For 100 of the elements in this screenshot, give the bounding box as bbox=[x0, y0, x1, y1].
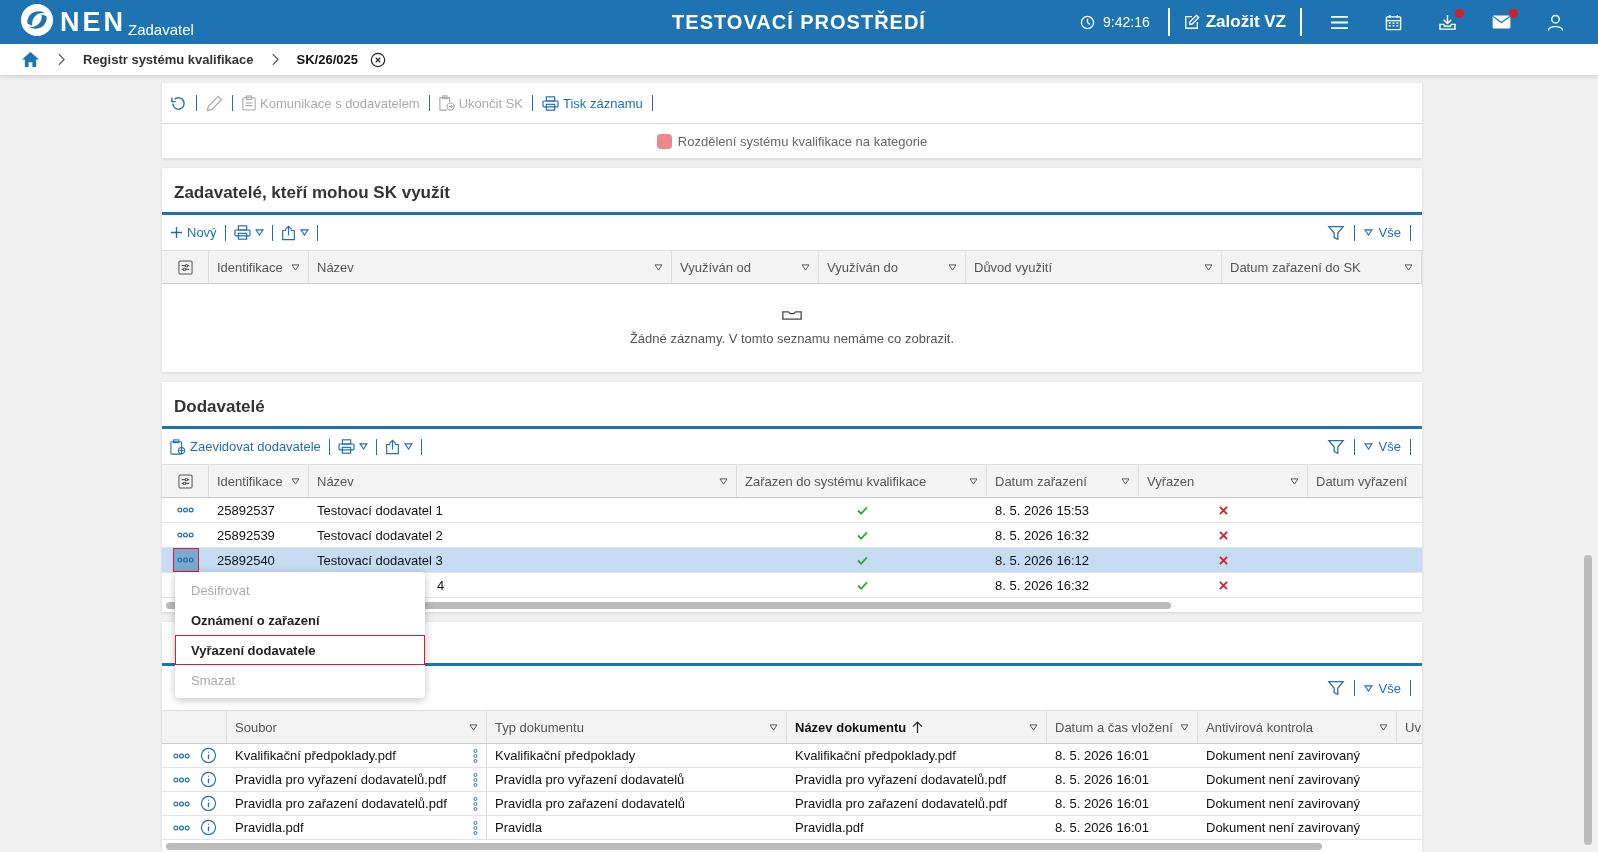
column-header[interactable]: Využíván do bbox=[819, 251, 966, 283]
home-icon[interactable] bbox=[21, 51, 40, 68]
category-icon bbox=[656, 133, 672, 149]
kebab-menu-icon[interactable] bbox=[473, 747, 478, 764]
close-icon[interactable] bbox=[370, 51, 386, 68]
table-cell: Testovací dodavatel 2 bbox=[317, 527, 443, 543]
more-actions-icon[interactable] bbox=[177, 532, 194, 538]
section-title: Dodavatelé bbox=[162, 382, 1422, 429]
sort-ascending-icon bbox=[912, 720, 924, 734]
edit-icon bbox=[1183, 14, 1200, 30]
print-icon bbox=[337, 439, 355, 454]
file-name[interactable]: Pravidla pro vyřazení dodavatelů.pdf bbox=[235, 772, 446, 787]
filter-caret-icon[interactable] bbox=[801, 263, 810, 271]
empty-tray-icon bbox=[780, 310, 804, 321]
column-header[interactable]: Uv bbox=[1397, 711, 1422, 743]
column-header[interactable]: Antivirová kontrola bbox=[1198, 711, 1397, 743]
new-button[interactable]: Nový bbox=[170, 220, 217, 245]
filter-caret-icon[interactable] bbox=[1204, 263, 1213, 271]
column-header[interactable]: Zařazen do systému kvalifikace bbox=[737, 465, 987, 497]
kebab-menu-icon[interactable] bbox=[473, 771, 478, 788]
table-cell: 25892539 bbox=[217, 527, 275, 543]
filter-caret-icon[interactable] bbox=[719, 477, 728, 485]
category-link[interactable]: Rozdělení systému kvalifikace na kategorie bbox=[677, 133, 928, 149]
export-icon bbox=[280, 224, 296, 241]
kebab-menu-icon[interactable] bbox=[473, 795, 478, 812]
menu-item[interactable]: Oznámení o zařazení bbox=[175, 605, 425, 635]
scrollbar-thumb[interactable] bbox=[166, 842, 1322, 850]
filter-caret-icon[interactable] bbox=[291, 477, 300, 485]
column-header[interactable]: Název dokumentu bbox=[787, 711, 1047, 743]
table-cell: 8. 5. 2026 16:01 bbox=[1055, 772, 1149, 787]
column-settings-icon[interactable] bbox=[177, 473, 193, 489]
column-header[interactable]: Vyřazen bbox=[1139, 465, 1308, 497]
table-cell: 8. 5. 2026 16:01 bbox=[1055, 796, 1149, 811]
table-cell: 8. 5. 2026 16:01 bbox=[1055, 748, 1149, 763]
export-icon bbox=[384, 438, 400, 455]
filter-caret-icon[interactable] bbox=[1029, 723, 1038, 731]
breadcrumb-current: SK/26/025 bbox=[296, 52, 358, 67]
more-actions-icon[interactable] bbox=[172, 776, 190, 783]
filter-caret-icon[interactable] bbox=[769, 723, 778, 731]
table-cell: Pravidla pro vyřazení dodavatelů.pdf bbox=[795, 772, 1006, 787]
table-row[interactable]: 25892537 Testovací dodavatel 1 8. 5. 2026 15:53 bbox=[162, 498, 1422, 523]
filter-all-button[interactable]: Vše bbox=[1363, 225, 1401, 240]
info-icon[interactable] bbox=[199, 795, 217, 812]
table-cell: 8. 5. 2026 15:53 bbox=[995, 502, 1089, 518]
column-header[interactable]: Datum zařazení do SK bbox=[1222, 251, 1422, 283]
filter-caret-icon[interactable] bbox=[969, 477, 978, 485]
column-header[interactable]: Datum zařazení bbox=[987, 465, 1139, 497]
file-name[interactable]: Pravidla.pdf bbox=[235, 820, 304, 835]
column-header[interactable]: Soubor bbox=[227, 711, 487, 743]
column-header[interactable]: Využíván od bbox=[672, 251, 819, 283]
filter-caret-icon[interactable] bbox=[1121, 477, 1130, 485]
section-title: Zadavatelé, kteří mohou SK využít bbox=[162, 168, 1422, 215]
column-header[interactable]: Datum vyřazení bbox=[1308, 465, 1422, 497]
filter-caret-icon[interactable] bbox=[1404, 263, 1413, 271]
more-actions-icon[interactable] bbox=[172, 824, 190, 831]
filter-caret-icon[interactable] bbox=[1180, 723, 1189, 731]
chevron-icon bbox=[271, 53, 279, 66]
more-actions-icon[interactable] bbox=[172, 800, 190, 807]
column-header[interactable]: Identifikace bbox=[209, 251, 309, 283]
filter-caret-icon[interactable] bbox=[948, 263, 957, 271]
print-button[interactable]: Tisk záznamu bbox=[542, 91, 643, 115]
file-name[interactable]: Pravidla pro zařazení dodavatelů.pdf bbox=[235, 796, 447, 811]
filter-all-button[interactable]: Vše bbox=[1363, 680, 1401, 696]
column-header[interactable]: Název bbox=[309, 465, 737, 497]
filter-all-button[interactable]: Vše bbox=[1363, 439, 1401, 454]
filter-icon[interactable] bbox=[1326, 223, 1345, 242]
caret-icon bbox=[254, 229, 264, 236]
filter-caret-icon[interactable] bbox=[1290, 477, 1299, 485]
column-header[interactable]: Datum a čas vložení bbox=[1047, 711, 1198, 743]
table-cell: 8. 5. 2026 16:12 bbox=[995, 552, 1089, 568]
column-header[interactable]: Důvod využití bbox=[966, 251, 1222, 283]
column-settings-icon[interactable] bbox=[177, 259, 193, 275]
info-icon[interactable] bbox=[199, 771, 217, 788]
column-header[interactable]: Typ dokumentu bbox=[487, 711, 787, 743]
file-name[interactable]: Kvalifikační předpoklady.pdf bbox=[235, 748, 396, 763]
info-icon[interactable] bbox=[199, 819, 217, 836]
scrollbar-thumb[interactable] bbox=[1584, 555, 1592, 845]
more-actions-icon[interactable] bbox=[177, 507, 194, 513]
kebab-menu-icon[interactable] bbox=[473, 819, 478, 836]
filter-icon[interactable] bbox=[1326, 679, 1345, 697]
print-icon bbox=[542, 95, 559, 111]
column-header[interactable]: Název bbox=[309, 251, 672, 283]
filter-caret-icon[interactable] bbox=[654, 263, 663, 271]
breadcrumb-link[interactable]: Registr systému kvalifikace bbox=[83, 52, 254, 67]
table-cell: Dokument není zavirovaný bbox=[1206, 772, 1360, 787]
calendar-icon bbox=[1384, 13, 1402, 31]
filter-caret-icon[interactable] bbox=[291, 263, 300, 271]
register-supplier-button[interactable]: Zaevidovat dodavatele bbox=[170, 434, 321, 459]
caret-icon bbox=[1363, 684, 1373, 692]
more-actions-icon[interactable] bbox=[172, 752, 190, 759]
filter-caret-icon[interactable] bbox=[1379, 723, 1388, 731]
column-header[interactable]: Identifikace bbox=[209, 465, 309, 497]
filter-caret-icon[interactable] bbox=[469, 723, 478, 731]
caret-icon bbox=[299, 229, 309, 236]
menu-item[interactable]: Vyřazení dodavatele bbox=[175, 635, 425, 665]
filter-icon[interactable] bbox=[1326, 437, 1345, 456]
info-icon[interactable] bbox=[199, 747, 217, 764]
plus-icon bbox=[170, 226, 183, 239]
pencil-icon bbox=[206, 94, 223, 112]
create-contract-button[interactable]: Založit VZ bbox=[1183, 12, 1286, 32]
